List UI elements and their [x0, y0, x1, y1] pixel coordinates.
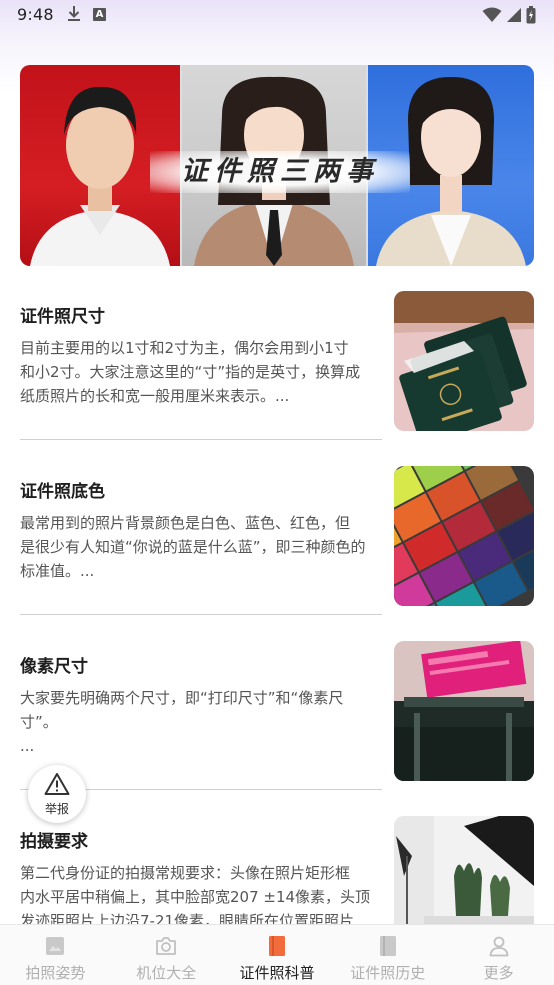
article-title: 证件照尺寸 — [20, 307, 105, 327]
article-title: 像素尺寸 — [20, 657, 88, 677]
signal-icon — [507, 8, 521, 22]
nav-item-id-photo-history[interactable]: 证件照历史 — [332, 925, 443, 985]
nav-item-id-photo-science[interactable]: 证件照科普 — [222, 925, 333, 985]
divider — [20, 614, 382, 615]
report-button[interactable]: 举报 — [28, 765, 86, 823]
notification-a-icon: A — [93, 8, 106, 21]
article-summary: 第二代身份证的拍摄常规要求：头像在照片矩形框 内水平居中稍偏上，其中脸部宽207… — [20, 864, 371, 930]
banner-title: 证件照三两事 — [150, 151, 410, 193]
warning-icon — [44, 773, 70, 795]
download-icon — [68, 6, 80, 21]
nav-item-camera-positions[interactable]: 机位大全 — [111, 925, 222, 985]
article-card-background-color[interactable]: 证件照底色 最常用到的照片背景颜色是白色、蓝色、红色，但 是很少有人知道“你说的… — [20, 466, 534, 617]
nav-item-more[interactable]: 更多 — [443, 925, 554, 985]
article-title: 拍摄要求 — [20, 832, 88, 852]
color-swatch-thumbnail — [394, 466, 534, 606]
person-icon — [489, 936, 508, 957]
top-banner[interactable]: 证件照三两事 — [20, 65, 534, 266]
article-summary: 大家要先明确两个尺寸，即“打印尺寸”和“像素尺 寸”。 ... — [20, 689, 344, 755]
status-time: 9:48 — [17, 5, 54, 24]
battery-icon — [526, 6, 536, 24]
passport-thumbnail — [394, 291, 534, 431]
status-bar: 9:48 A — [0, 0, 554, 32]
article-card-photo-size[interactable]: 证件照尺寸 目前主要用的以1寸和2寸为主，偶尔会用到小1寸 和小2寸。大家注意这… — [20, 291, 534, 442]
status-right-icons — [482, 6, 536, 24]
report-label: 举报 — [44, 802, 69, 816]
history-book-icon — [379, 936, 396, 956]
photo-icon — [46, 937, 65, 955]
article-title: 证件照底色 — [20, 482, 105, 502]
book-icon — [268, 936, 285, 956]
article-card-pixel-size[interactable]: 像素尺寸 大家要先明确两个尺寸，即“打印尺寸”和“像素尺 寸”。 ... — [20, 641, 534, 792]
article-summary: 目前主要用的以1寸和2寸为主，偶尔会用到小1寸 和小2寸。大家注意这里的“寸”指… — [20, 339, 361, 405]
printer-thumbnail — [394, 641, 534, 781]
bottom-nav: 拍照姿势 机位大全 证件照科普 证件照历史 更多 — [0, 924, 554, 985]
wifi-icon — [482, 7, 502, 22]
nav-item-pose[interactable]: 拍照姿势 — [0, 925, 111, 985]
article-summary: 最常用到的照片背景颜色是白色、蓝色、红色，但 是很少有人知道“你说的蓝是什么蓝”… — [20, 514, 366, 580]
divider — [20, 439, 382, 440]
camera-icon — [156, 937, 177, 955]
